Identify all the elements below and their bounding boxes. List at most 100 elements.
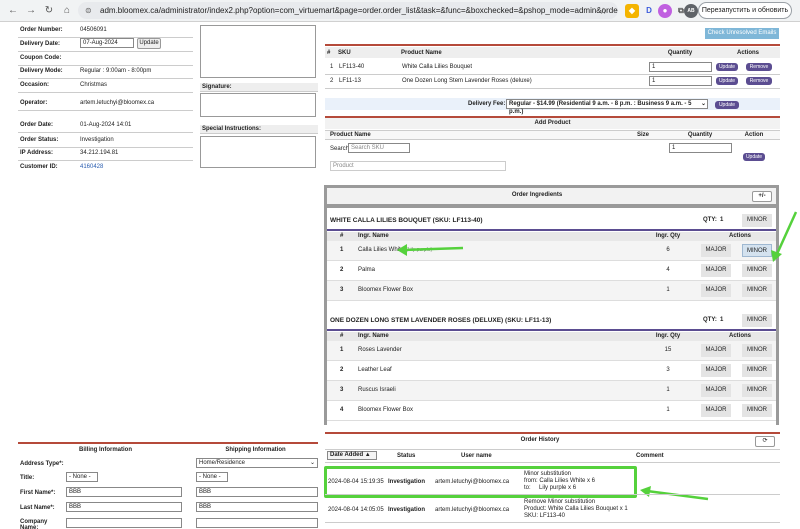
signature-textarea[interactable] — [200, 93, 316, 117]
major-button[interactable]: MAJOR — [701, 384, 731, 397]
home-icon[interactable]: ⌂ — [60, 4, 74, 18]
major-button[interactable]: MAJOR — [701, 404, 731, 417]
order-field-value: Christmas — [80, 82, 108, 88]
order-field-value: artem.letuchyi@bloomex.ca — [80, 100, 155, 106]
shipping-last-name-input[interactable]: BBB — [196, 502, 318, 512]
item-name: One Dozen Long Stem Lavender Roses (delu… — [402, 78, 532, 84]
item-name: White Calla Lilies Bouquet — [402, 64, 473, 70]
minor-button[interactable]: MINOR — [742, 344, 772, 357]
shipping-title: Shipping Information — [225, 447, 286, 453]
history-user: artem.letuchyi@bloomex.ca — [435, 479, 510, 485]
check-unresolved-emails-button[interactable]: Check Unresolved Emails — [705, 28, 779, 39]
minor-button[interactable]: MINOR — [742, 314, 772, 327]
add-product-header-cell: Size — [636, 132, 649, 138]
billing-title-select[interactable]: - None - — [66, 472, 98, 482]
major-button[interactable]: MAJOR — [701, 264, 731, 277]
last-name-label: Last Name*: — [20, 505, 55, 511]
ingredient-quantity: 6 — [666, 247, 670, 253]
major-button[interactable]: MAJOR — [701, 284, 731, 297]
item-quantity-input[interactable]: 1 — [649, 76, 712, 86]
add-product-header-cell: Quantity — [687, 132, 713, 138]
minor-button[interactable]: MINOR — [742, 384, 772, 397]
item-number: 2 — [330, 78, 334, 84]
address-type-select[interactable]: Home/Residence ⌄ — [196, 458, 318, 468]
history-comment-line: Product: White Calla Lilies Bouquet x 1 — [524, 506, 628, 512]
ingredient-header-cell: Ingr. Name — [358, 233, 389, 239]
divider — [18, 147, 193, 148]
major-button[interactable]: MAJOR — [701, 244, 731, 257]
history-comment-line: from: Calla Lilies White x 6 — [524, 478, 596, 484]
special-instructions-textarea[interactable] — [200, 136, 316, 168]
add-product-quantity-input[interactable]: 1 — [669, 143, 732, 153]
shipping-title-value: - None - — [199, 474, 221, 480]
divider — [325, 462, 780, 463]
ingredient-header-cell: # — [340, 233, 344, 239]
ingredient-header-cell: Ingr. Qty — [655, 233, 681, 239]
order-field-label: Customer ID: — [20, 164, 58, 170]
ingredient-number: 1 — [340, 347, 344, 353]
order-field-value[interactable]: 4160428 — [80, 164, 103, 170]
minor-button[interactable]: MINOR — [742, 284, 772, 297]
ingredient-block-title: WHITE CALLA LILIES BOUQUET (SKU: LF113-4… — [330, 217, 483, 224]
billing-last-name-input[interactable]: BBB — [66, 502, 182, 512]
billing-company-input[interactable] — [66, 518, 182, 528]
ingredient-number: 3 — [340, 287, 344, 293]
shipping-first-name-input[interactable]: BBB — [196, 487, 318, 497]
ingredient-name-text: Bloomex Flower Box — [358, 407, 414, 413]
site-info-icon[interactable]: ⊜ — [85, 2, 92, 19]
extension-icon[interactable]: ◆ — [625, 4, 639, 18]
ingredient-quantity: 15 — [664, 347, 672, 353]
delivery-fee-select[interactable]: Regular - $14.99 (Residential 9 a.m. - 8… — [506, 99, 708, 115]
order-field-label: Occasion: — [20, 82, 50, 88]
history-line — [325, 432, 780, 434]
divider — [325, 74, 780, 75]
history-status: Investigation — [388, 507, 426, 513]
item-sku: LF113-40 — [339, 64, 365, 70]
ingredient-header-cell: Actions — [728, 333, 751, 339]
minor-button[interactable]: MINOR — [742, 364, 772, 377]
billing-first-name-input[interactable]: BBB — [66, 487, 182, 497]
major-button[interactable]: MAJOR — [701, 364, 731, 377]
delivery-fee-value: Regular - $14.99 (Residential 9 a.m. - 8… — [509, 101, 692, 115]
item-quantity-input[interactable]: 1 — [649, 62, 712, 72]
profile-avatar[interactable]: AB — [684, 4, 698, 18]
back-icon[interactable]: ← — [6, 4, 20, 18]
order-field-label: IP Address: — [20, 150, 54, 156]
reload-icon[interactable]: ↻ — [42, 4, 56, 18]
items-header-cell: SKU — [338, 50, 351, 56]
bookmark-star-icon[interactable]: ☆ — [596, 4, 610, 18]
comments-textarea[interactable] — [200, 25, 316, 78]
add-product-update-button[interactable]: Update — [743, 153, 765, 161]
divider — [18, 160, 193, 161]
shipping-company-input[interactable] — [196, 518, 318, 528]
order-field-label: Order Number: — [20, 27, 63, 33]
delivery-date-input[interactable]: 07-Aug-2024 — [80, 38, 134, 48]
divider — [325, 522, 780, 523]
history-comment-line: SKU: LF113-40 — [524, 513, 565, 519]
delivery-fee-update-button[interactable]: Update — [715, 101, 739, 109]
refresh-icon[interactable]: ⟳ — [755, 436, 775, 447]
billing-title-value: - None - — [69, 474, 91, 480]
extension-gem-icon[interactable]: ● — [658, 4, 672, 18]
item-update-button[interactable]: Update — [716, 77, 738, 85]
item-update-button[interactable]: Update — [716, 63, 738, 71]
minor-button[interactable]: MINOR — [742, 404, 772, 417]
history-title: Order History — [520, 437, 560, 443]
minor-button[interactable]: MINOR — [742, 264, 772, 277]
item-remove-button[interactable]: Remove — [746, 77, 772, 85]
divider — [18, 110, 193, 111]
product-select[interactable]: Product — [330, 161, 506, 171]
address-bar[interactable]: ⊜ adm.bloomex.ca/administrator/index2.php… — [78, 2, 618, 19]
ingredient-header-cell: Actions — [728, 233, 751, 239]
item-remove-button[interactable]: Remove — [746, 63, 772, 71]
forward-icon[interactable]: → — [24, 4, 38, 18]
ingredients-toggle-button[interactable]: +/- — [752, 191, 772, 202]
relaunch-button[interactable]: Перезапустить и обновить — [698, 2, 792, 19]
history-header-cell[interactable]: Date Added ▲ — [330, 452, 371, 458]
shipping-title-select[interactable]: - None - — [196, 472, 228, 482]
delivery-date-update-button[interactable]: Update — [137, 38, 161, 49]
extension-d-icon[interactable]: D — [642, 4, 656, 18]
add-product-header-cell: Action — [744, 132, 764, 138]
search-sku-input[interactable]: Search SKU — [348, 143, 410, 153]
major-button[interactable]: MAJOR — [701, 344, 731, 357]
